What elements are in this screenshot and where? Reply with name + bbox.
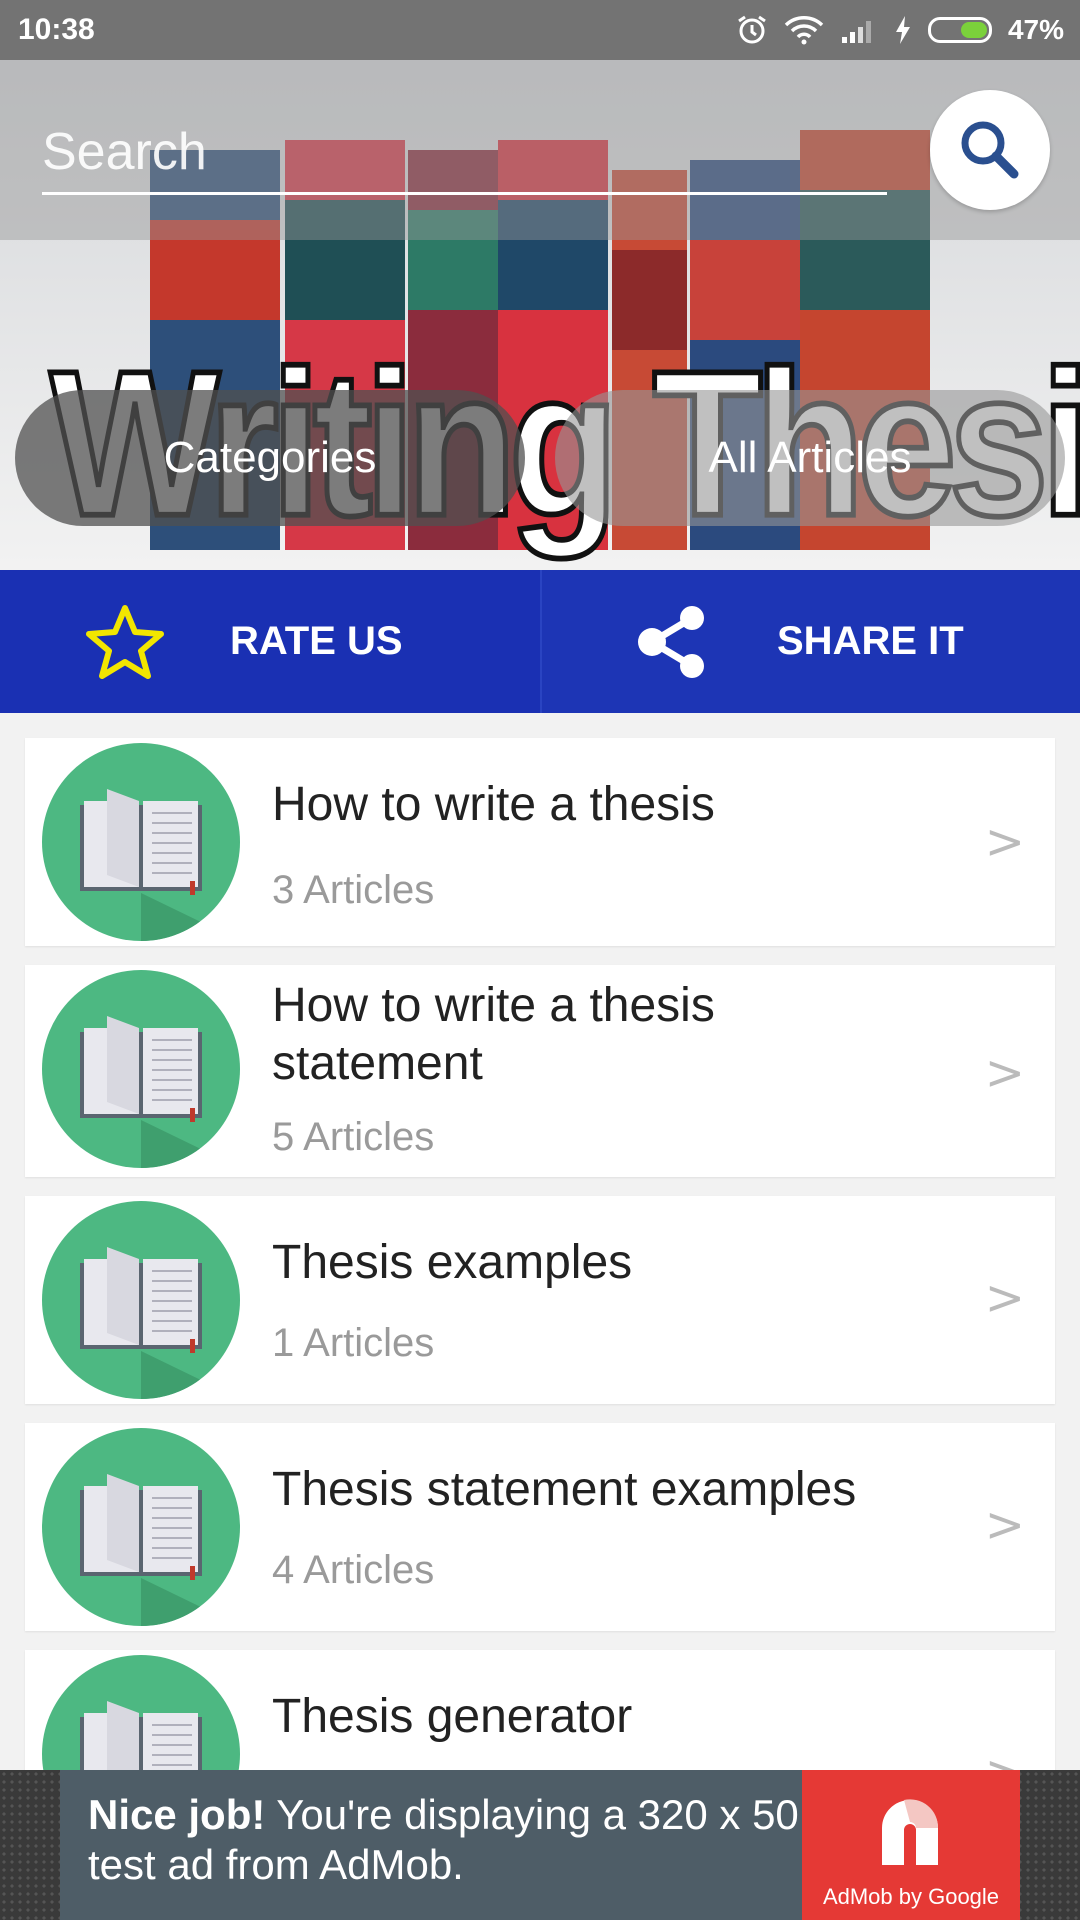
categories-label: Categories <box>163 433 377 482</box>
status-bar: 10:38 47% <box>0 0 1080 60</box>
ad-text: Nice job! You're displaying a 320 x 50 t… <box>60 1770 802 1920</box>
chevron-right-icon: > <box>984 814 1025 870</box>
share-it-button[interactable]: SHARE IT <box>540 570 1080 713</box>
item-title: How to write a thesis statement <box>272 979 715 1090</box>
item-count: 4 Articles <box>272 1548 435 1592</box>
star-icon <box>80 602 170 682</box>
share-icon <box>627 604 717 680</box>
book-icon <box>42 743 240 941</box>
search-button[interactable] <box>930 90 1050 210</box>
item-title: Thesis examples <box>272 1236 633 1289</box>
list-item[interactable]: How to write a thesis 3 Articles > <box>25 738 1055 946</box>
item-title: Thesis statement examples <box>272 1463 857 1516</box>
signal-icon <box>841 21 871 43</box>
alarm-icon <box>738 15 766 44</box>
chevron-right-icon: > <box>984 1270 1025 1326</box>
search-bar <box>0 60 1080 240</box>
charging-icon <box>895 16 910 44</box>
header-banner: Writing Thesis Categories All Articles <box>0 60 1080 570</box>
list-item[interactable]: Thesis statement examples 4 Articles > <box>25 1423 1055 1631</box>
item-count: 5 Articles <box>272 1115 435 1159</box>
ad-banner[interactable]: Nice job! You're displaying a 320 x 50 t… <box>0 1770 1080 1920</box>
chevron-right-icon: > <box>984 1045 1025 1101</box>
admob-logo: AdMob by Google <box>802 1770 1020 1920</box>
ad-content[interactable]: Nice job! You're displaying a 320 x 50 t… <box>60 1770 1020 1920</box>
share-it-label: SHARE IT <box>777 619 964 663</box>
book-icon <box>42 970 240 1168</box>
wifi-icon <box>784 16 824 45</box>
category-list: How to write a thesis 3 Articles > How t… <box>25 738 1055 1877</box>
book-icon <box>42 1201 240 1399</box>
status-time: 10:38 <box>18 13 95 46</box>
battery-percent: 47% <box>1007 14 1064 45</box>
item-title: Thesis generator <box>272 1690 633 1743</box>
admob-caption: AdMob by Google <box>822 1884 1000 1909</box>
rate-us-label: RATE US <box>230 619 403 663</box>
item-count: 1 Articles <box>272 1321 435 1365</box>
battery-icon <box>927 17 992 43</box>
admob-icon <box>882 1799 939 1865</box>
item-count: 3 Articles <box>272 868 435 912</box>
all-articles-label: All Articles <box>708 433 912 482</box>
item-title: How to write a thesis <box>272 778 715 831</box>
list-item[interactable]: Thesis examples 1 Articles > <box>25 1196 1055 1404</box>
ad-headline: Nice job! <box>88 1791 266 1838</box>
action-bar: RATE US SHARE IT <box>0 570 1080 713</box>
search-icon <box>961 121 1019 179</box>
book-icon <box>42 1428 240 1626</box>
search-input[interactable] <box>42 112 887 195</box>
categories-button[interactable]: Categories <box>15 390 525 526</box>
rate-us-button[interactable]: RATE US <box>0 570 540 713</box>
all-articles-button[interactable]: All Articles <box>555 390 1065 526</box>
list-item[interactable]: How to write a thesis statement 5 Articl… <box>25 965 1055 1177</box>
chevron-right-icon: > <box>984 1497 1025 1553</box>
